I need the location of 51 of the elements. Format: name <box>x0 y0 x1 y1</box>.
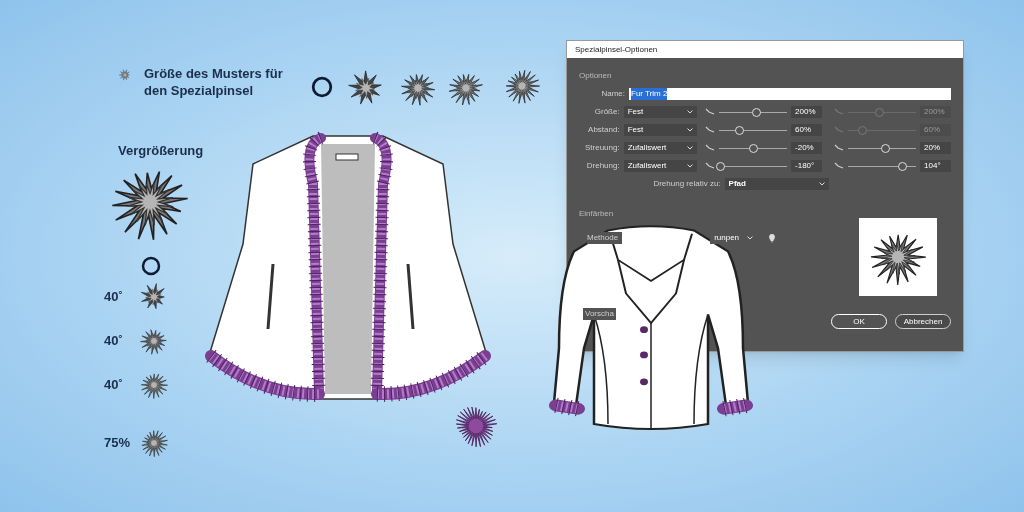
ring-icon <box>141 256 161 276</box>
value-field[interactable]: -180° <box>791 160 823 172</box>
chevron-icon <box>687 110 694 114</box>
small-slider-icon <box>705 144 716 152</box>
fur-ball-drawing <box>454 404 498 448</box>
field-label: Name: <box>600 88 625 100</box>
sample-label: 40˚ <box>104 288 124 307</box>
name-field[interactable]: Fur Trim 2 <box>629 88 951 100</box>
chevron-icon <box>687 164 694 168</box>
checkbox-label[interactable]: Vorscha <box>583 308 616 320</box>
small-slider-icon <box>834 162 845 170</box>
small-slider-icon <box>705 108 716 116</box>
ring-icon <box>311 76 333 98</box>
sample-label: 40˚ <box>104 332 124 351</box>
sample-label: 75% <box>104 434 132 453</box>
small-slider-icon <box>834 144 845 152</box>
small-slider-icon <box>834 108 845 116</box>
legend-text: Größe des Musters für den Spezialpinsel <box>144 65 284 99</box>
dropdown[interactable]: Pfad <box>724 178 829 190</box>
value-field[interactable]: 20% <box>920 142 951 154</box>
value-field: 200% <box>920 106 951 118</box>
sample-label: 40˚ <box>104 376 124 395</box>
chevron-icon <box>818 182 825 186</box>
small-spiky-ball-icon <box>119 69 131 81</box>
dialog-button[interactable]: OK <box>831 314 887 329</box>
value-field: 60% <box>920 124 951 136</box>
section-heading: Optionen <box>579 70 613 82</box>
value-field[interactable]: 60% <box>791 124 823 136</box>
field-label: Drehung: <box>585 160 620 172</box>
lightbulb-icon <box>769 233 776 243</box>
small-slider-icon <box>705 162 716 170</box>
chevron-icon <box>687 128 694 132</box>
value-field[interactable]: 104° <box>920 160 951 172</box>
dropdown[interactable]: Zufallswert <box>623 160 698 172</box>
dropdown[interactable]: Fest <box>623 106 698 118</box>
value-field[interactable]: -20% <box>791 142 823 154</box>
chevron-icon <box>687 146 694 150</box>
window-title: Spezialpinsel-Optionen <box>575 43 658 56</box>
dropdown[interactable]: Zufallswert <box>623 142 698 154</box>
dialog-button[interactable]: Abbrechen <box>895 314 951 329</box>
chevron-icon <box>747 236 754 240</box>
magnification-label: Vergrößerung <box>118 142 204 160</box>
field-label: Methode <box>587 232 623 244</box>
small-slider-icon <box>705 126 716 134</box>
field-label: Streuung: <box>583 142 620 154</box>
field-label: Abstand: <box>587 124 620 136</box>
dropdown[interactable]: Fest <box>623 124 698 136</box>
field-label: Größe: <box>593 106 620 118</box>
value-field[interactable]: 200% <box>791 106 823 118</box>
field-label: Drehung relativ zu: <box>653 178 721 190</box>
small-slider-icon <box>834 126 845 134</box>
